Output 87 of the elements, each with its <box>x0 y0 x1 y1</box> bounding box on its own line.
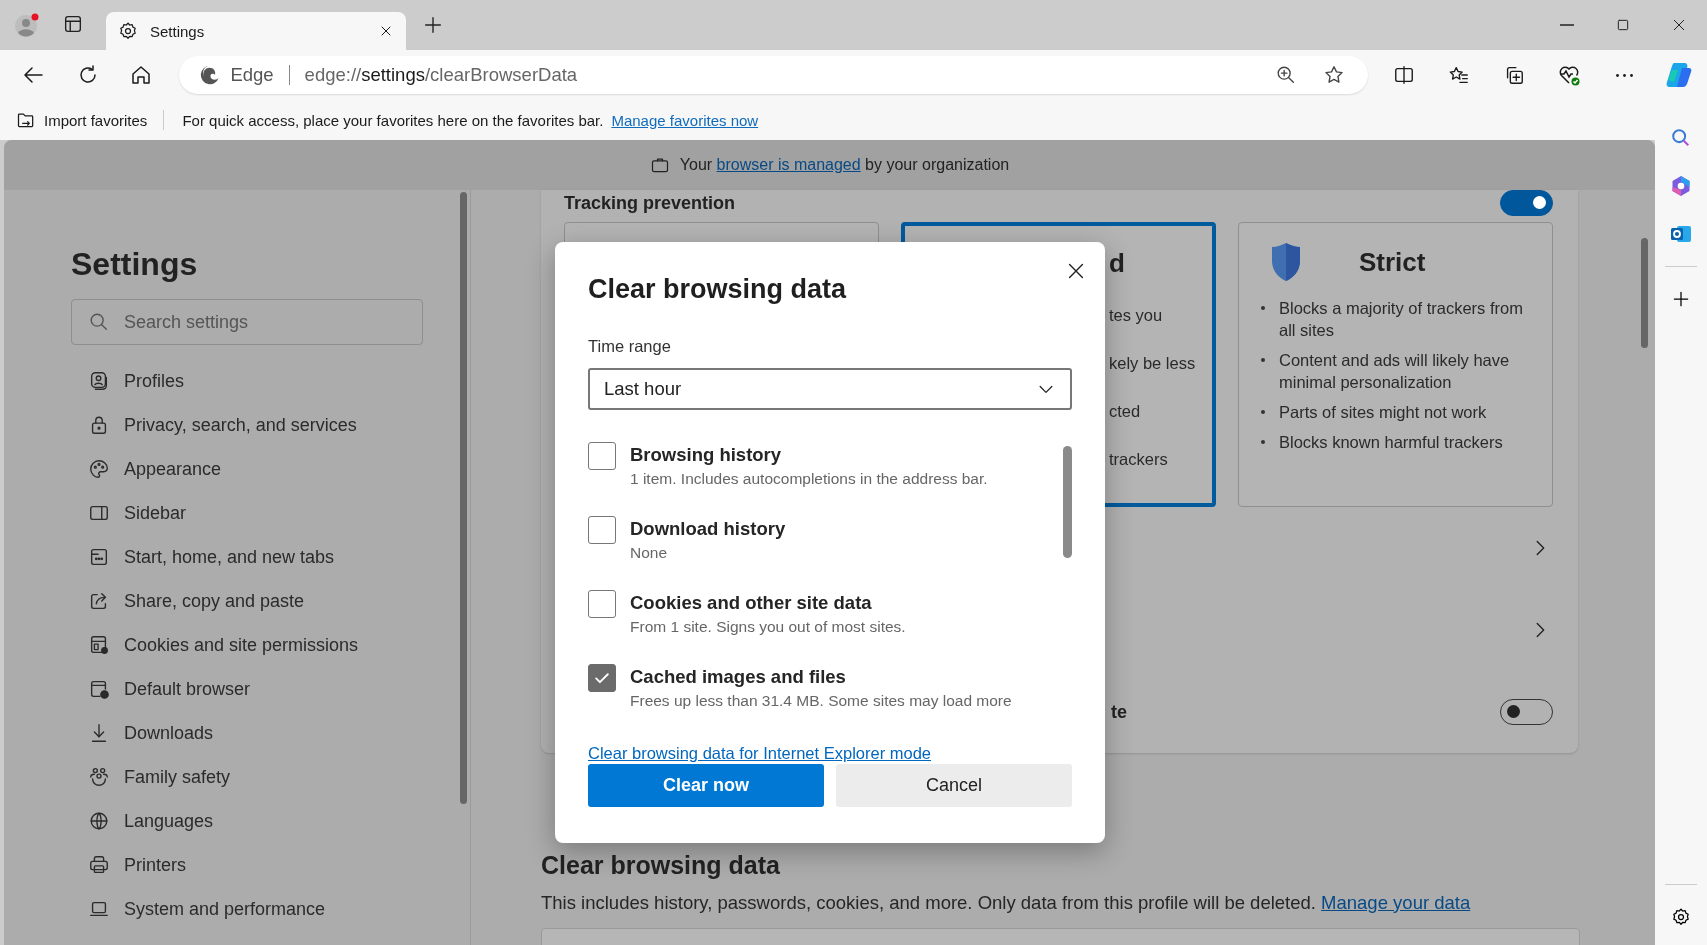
card-text: Parts of sites might not work <box>1279 402 1487 423</box>
new-tab-icon[interactable] <box>422 14 444 36</box>
tab-actions-icon[interactable] <box>62 13 84 35</box>
zoom-in-icon <box>1275 64 1297 86</box>
settings-title: Settings <box>71 246 199 283</box>
card-text: trackers <box>1109 449 1169 470</box>
option-label: Cookies and other site data <box>630 592 873 614</box>
settings-icon <box>118 21 138 41</box>
option-label: Browsing history <box>630 444 783 466</box>
checkbox[interactable] <box>588 516 616 544</box>
plus-icon <box>1671 289 1691 309</box>
ie-mode-link[interactable]: Clear browsing data for Internet Explorer mode <box>588 744 931 763</box>
settings-icon <box>1671 907 1691 927</box>
option-label: Download history <box>630 518 786 540</box>
star-icon <box>1323 64 1345 86</box>
avatar-icon[interactable] <box>14 12 40 38</box>
sidebar-item[interactable]: Printers <box>71 843 411 887</box>
sidebar-item[interactable]: System and performance <box>71 887 411 931</box>
dialog-title: Clear browsing data <box>588 274 848 305</box>
manage-favorites-link[interactable]: Manage favorites now <box>611 111 759 129</box>
option-detail: From 1 site. Signs you out of most sites. <box>630 618 906 636</box>
section-description: This includes history, passwords, cookies, and more. Only data from this profile will be deleted. <box>541 892 1316 913</box>
globe-icon <box>88 810 110 832</box>
import-favorites-link[interactable]: Import favorites <box>44 111 148 129</box>
search-icon <box>1670 127 1692 149</box>
sidebar-item[interactable]: Downloads <box>71 711 411 755</box>
shield-icon <box>1269 242 1303 282</box>
time-range-dropdown[interactable]: Last hour <box>588 368 1072 410</box>
toggle-switch[interactable] <box>1500 190 1553 216</box>
sidebar-item[interactable]: Sidebar <box>71 491 411 535</box>
sidebar-item[interactable]: Privacy, search, and services <box>71 403 411 447</box>
maximize-icon <box>1615 17 1631 33</box>
window-gear-icon <box>88 634 110 656</box>
option-detail: 1 item. Includes autocompletions in the address bar. <box>630 470 988 488</box>
field-label: Time range <box>588 337 672 356</box>
sidebar-item[interactable]: Profiles <box>71 359 411 403</box>
sidebar-item[interactable]: Start, home, and new tabs <box>71 535 411 579</box>
card-text: tes you <box>1109 305 1164 326</box>
clear-now-button[interactable]: Clear now <box>588 764 824 807</box>
sidebar-item[interactable]: Appearance <box>71 447 411 491</box>
window-check-icon <box>88 678 110 700</box>
sidebar-item[interactable]: Cookies and site permissions <box>71 623 411 667</box>
printer-icon <box>88 854 110 876</box>
browser-tab[interactable]: Settings <box>106 12 406 50</box>
section-title: Tracking prevention <box>564 192 737 214</box>
scrollbar-thumb[interactable] <box>459 192 467 804</box>
more-icon <box>1616 73 1633 77</box>
checkbox[interactable] <box>588 442 616 470</box>
favorites-bar-message: For quick access, place your favorites here on the favorites bar. <box>182 111 604 129</box>
family-icon <box>88 766 110 788</box>
browser-window-icon <box>88 546 110 568</box>
minimize-icon <box>1560 24 1574 26</box>
url-text: edge://settings/clearBrowserData <box>304 64 578 86</box>
scrollbar-thumb[interactable] <box>1640 238 1648 348</box>
sidebar-item[interactable]: Share, copy and paste <box>71 579 411 623</box>
search-icon <box>88 311 110 333</box>
close-icon <box>1671 17 1687 33</box>
scrollbar-thumb[interactable] <box>1063 446 1072 558</box>
card-title: Strict <box>1359 246 1426 278</box>
sidebar-item[interactable]: Default browser <box>71 667 411 711</box>
card-text: Blocks a majority of trackers from all sites <box>1279 298 1524 341</box>
card-text: Blocks known harmful trackers <box>1279 432 1503 453</box>
search-field[interactable]: Search settings <box>71 299 423 345</box>
palette-icon <box>88 458 110 480</box>
card-text: cted <box>1109 401 1142 422</box>
cancel-button[interactable]: Cancel <box>836 764 1072 807</box>
option-detail: None <box>630 544 669 562</box>
profile-icon <box>88 370 110 392</box>
card-title: d <box>1109 248 1126 280</box>
setting-label: te <box>1111 701 1127 723</box>
star-list-icon <box>1448 64 1471 86</box>
option-card[interactable]: Strict Blocks a majority of trackers from all sites Content and ads will likely have minimal personalization Parts of sites might not work Blocks known harmful trackers <box>1238 222 1553 507</box>
address-bar[interactable]: Edge edge://settings/clearBrowserData <box>179 56 1368 94</box>
option-label: Cached images and files <box>630 666 847 688</box>
section-heading: Clear browsing data <box>541 851 781 880</box>
manage-data-link[interactable]: Manage your data <box>1321 892 1471 913</box>
split-screen-icon <box>1393 64 1416 86</box>
sidebar-item[interactable]: Languages <box>71 799 411 843</box>
sidebar-item[interactable]: Family safety <box>71 755 411 799</box>
card-text: Content and ads will likely have minimal personalization <box>1279 350 1511 393</box>
managed-notice: Your browser is managed by your organization <box>679 156 1010 174</box>
site-label: Edge <box>230 64 274 86</box>
card-text: kely be less <box>1109 353 1196 374</box>
checkbox[interactable] <box>588 590 616 618</box>
managed-link[interactable]: browser is managed <box>716 156 861 173</box>
option-detail: Frees up less than 31.4 MB. Some sites may load more <box>630 692 1012 710</box>
checkbox[interactable] <box>588 664 616 692</box>
